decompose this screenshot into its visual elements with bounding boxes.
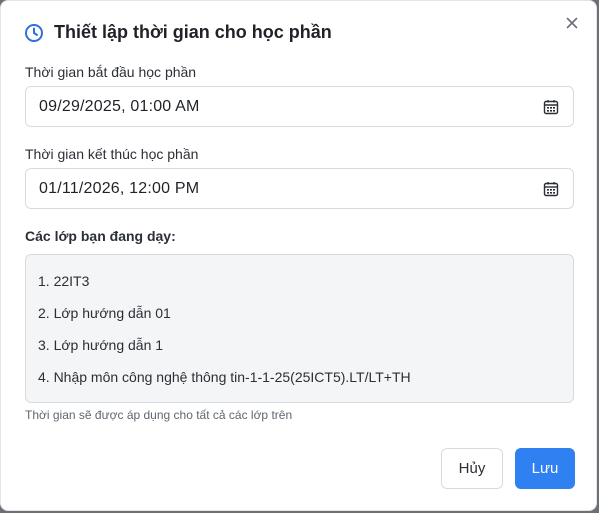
list-item: 4. Nhập môn công nghệ thông tin-1-1-25(2… bbox=[38, 369, 411, 385]
calendar-icon[interactable] bbox=[543, 181, 559, 197]
apply-note: Thời gian sẽ được áp dụng cho tất cả các… bbox=[25, 408, 293, 422]
start-time-input[interactable]: 09/29/2025, 01:00 AM bbox=[25, 86, 574, 127]
list-item: 2. Lớp hướng dẫn 01 bbox=[38, 305, 171, 321]
class-list: 1. 22IT3 2. Lớp hướng dẫn 01 3. Lớp hướn… bbox=[25, 254, 574, 403]
save-button[interactable]: Lưu bbox=[515, 448, 575, 489]
end-time-label: Thời gian kết thúc học phần bbox=[25, 146, 199, 162]
close-icon bbox=[566, 16, 578, 34]
end-time-value: 01/11/2026, 12:00 PM bbox=[39, 179, 200, 197]
dialog-title: Thiết lập thời gian cho học phần bbox=[54, 22, 332, 42]
end-time-input[interactable]: 01/11/2026, 12:00 PM bbox=[25, 168, 574, 209]
start-time-value: 09/29/2025, 01:00 AM bbox=[39, 97, 200, 115]
start-time-label: Thời gian bắt đầu học phần bbox=[25, 64, 197, 80]
cancel-button[interactable]: Hủy bbox=[441, 448, 503, 489]
close-button[interactable] bbox=[562, 15, 582, 35]
calendar-icon[interactable] bbox=[543, 99, 559, 115]
list-item: 1. 22IT3 bbox=[38, 273, 90, 289]
time-settings-dialog: Thiết lập thời gian cho học phần Thời gi… bbox=[0, 0, 597, 511]
classes-label: Các lớp bạn đang dạy: bbox=[25, 228, 176, 244]
clock-icon bbox=[24, 23, 44, 43]
dialog-header: Thiết lập thời gian cho học phần bbox=[24, 22, 332, 43]
list-item: 3. Lớp hướng dẫn 1 bbox=[38, 337, 164, 353]
